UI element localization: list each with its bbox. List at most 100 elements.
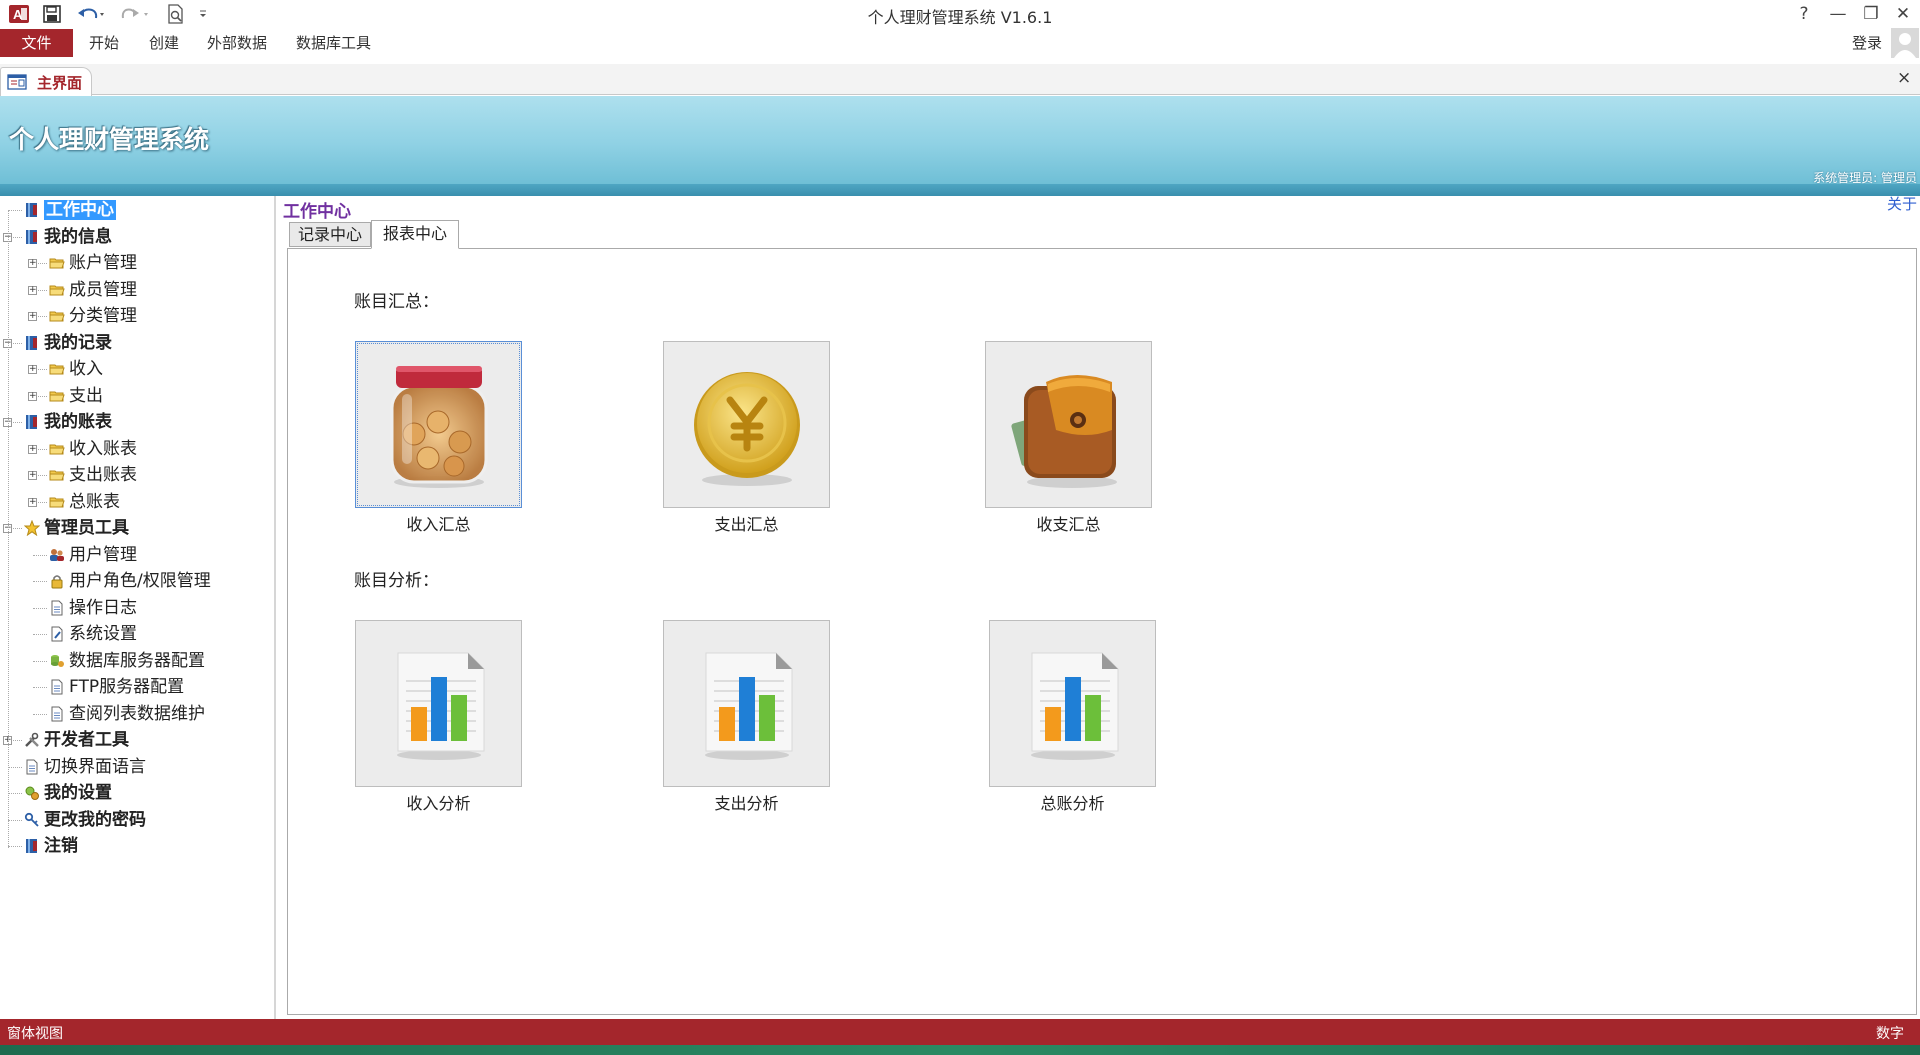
tree-node-7[interactable]: 支出: [69, 384, 103, 408]
tree-node-label: 我的账表: [44, 412, 112, 432]
income-summary-label: 收入汇总: [406, 515, 471, 534]
tree-node-5[interactable]: 我的记录: [44, 331, 112, 355]
tree-node-17[interactable]: 数据库服务器配置: [69, 649, 205, 673]
tree-node-1[interactable]: 我的信息: [44, 225, 112, 249]
tree-node-0[interactable]: 工作中心: [44, 198, 116, 222]
tree-node-15[interactable]: 操作日志: [69, 596, 137, 620]
tree-node-label: FTP服务器配置: [69, 677, 185, 697]
tree-node-8[interactable]: 我的账表: [44, 410, 112, 434]
book-icon: [24, 229, 40, 245]
tree-node-20[interactable]: 开发者工具: [44, 728, 129, 752]
tree-node-11[interactable]: 总账表: [69, 490, 120, 514]
tree-node-3[interactable]: 成员管理: [69, 278, 137, 302]
tree-node-label: 我的信息: [44, 226, 112, 247]
expand-toggle-icon[interactable]: +: [28, 497, 37, 507]
tab-report-center[interactable]: 报表中心: [371, 220, 459, 249]
tree-connector: [33, 660, 47, 662]
tree-connector: [8, 846, 22, 847]
document-icon: [24, 759, 40, 775]
yen-coin-icon: [694, 372, 800, 486]
tree-node-label: 总账表: [69, 491, 120, 512]
folder-icon: [49, 282, 65, 298]
folder-icon: [49, 441, 65, 457]
navigation-tree: 工作中心 我的信息 − 账户管理 + 成员管理 + 分类管理 + 我的记录 − 收入 + 支出 + 我的账表 −…: [0, 196, 276, 1019]
tree-node-23[interactable]: 更改我的密码: [44, 808, 146, 832]
folder-icon: [49, 494, 65, 510]
tree-node-9[interactable]: 收入账表: [69, 437, 137, 461]
bar-chart-document-icon: [397, 652, 485, 760]
minimize-button[interactable]: —: [1823, 1, 1853, 27]
tree-node-18[interactable]: FTP服务器配置: [69, 675, 184, 699]
tree-connector: [8, 210, 22, 211]
folder-icon: [49, 308, 65, 324]
tree-node-label: 数据库服务器配置: [69, 650, 205, 671]
document-icon: [49, 600, 65, 616]
expand-toggle-icon[interactable]: +: [28, 391, 37, 401]
expense-summary-button[interactable]: [663, 341, 830, 508]
close-doc-button[interactable]: ×: [1897, 68, 1911, 88]
tree-node-10[interactable]: 支出账表: [69, 463, 137, 487]
file-tab[interactable]: 文件: [0, 29, 73, 57]
book-icon: [24, 202, 40, 218]
tree-node-21[interactable]: 切换界面语言: [44, 755, 146, 779]
expand-toggle-icon[interactable]: +: [28, 471, 37, 480]
tree-node-4[interactable]: 分类管理: [69, 304, 137, 328]
ledger-analysis-label: 总账分析: [1040, 794, 1105, 813]
help-button[interactable]: ?: [1789, 1, 1819, 27]
tree-node-label: 分类管理: [69, 306, 137, 326]
close-window-button[interactable]: ✕: [1888, 1, 1918, 27]
tree-node-12[interactable]: 管理员工具: [44, 516, 129, 540]
star-icon: [23, 519, 41, 537]
income-expense-summary-button[interactable]: [985, 341, 1152, 508]
expense-analysis-button[interactable]: [663, 620, 830, 787]
book-icon: [24, 414, 40, 430]
tab-external-data[interactable]: 外部数据: [207, 28, 267, 58]
restore-button[interactable]: ❐: [1856, 1, 1886, 27]
status-bar: 窗体视图 数字: [0, 1019, 1920, 1045]
tree-node-24[interactable]: 注销: [44, 834, 78, 858]
tab-create[interactable]: 创建: [149, 28, 179, 58]
tree-node-14[interactable]: 用户角色/权限管理: [69, 569, 211, 593]
app-title: 个人理财管理系统: [9, 125, 210, 154]
tab-database-tools[interactable]: 数据库工具: [296, 28, 371, 58]
tree-node-label: 收入账表: [69, 438, 137, 459]
doc-tab-label: 主界面: [37, 74, 83, 92]
tree-connector: [33, 554, 47, 556]
tree-trunk-line: [8, 210, 9, 848]
ledger-analysis-button[interactable]: [989, 620, 1156, 787]
expand-toggle-icon[interactable]: +: [28, 444, 37, 454]
tree-node-19[interactable]: 查阅列表数据维护: [69, 702, 205, 726]
tree-node-label: 收入: [69, 359, 103, 379]
tree-node-6[interactable]: 收入: [69, 357, 103, 381]
tree-node-label: 更改我的密码: [44, 809, 146, 830]
folder-icon: [49, 388, 65, 404]
login-link[interactable]: 登录: [1852, 28, 1882, 58]
expand-toggle-icon[interactable]: +: [28, 365, 37, 374]
tree-node-label: 支出账表: [69, 465, 137, 485]
doc-tab-main[interactable]: 主界面: [0, 67, 92, 96]
tree-node-16[interactable]: 系统设置: [69, 622, 137, 646]
expand-toggle-icon[interactable]: +: [28, 312, 37, 321]
tree-node-13[interactable]: 用户管理: [69, 543, 137, 567]
tree-node-22[interactable]: 我的设置: [44, 781, 112, 805]
tab-record-center[interactable]: 记录中心: [289, 222, 371, 247]
folder-icon: [49, 255, 65, 271]
expand-toggle-icon[interactable]: +: [28, 285, 37, 295]
income-summary-button[interactable]: [355, 341, 522, 508]
tree-node-label: 查阅列表数据维护: [69, 703, 205, 724]
expense-analysis-label: 支出分析: [714, 794, 779, 813]
income-expense-summary-label: 收支汇总: [1036, 515, 1101, 534]
tree-node-2[interactable]: 账户管理: [69, 251, 137, 275]
user-avatar-icon[interactable]: [1891, 28, 1919, 58]
income-analysis-button[interactable]: [355, 620, 522, 787]
report-center-panel: 账目汇总： 账目分析： 收入汇总 支出汇总 收支汇总 收入分析 支出分析 总账分…: [287, 248, 1917, 1015]
tree-node-label: 用户角色/权限管理: [69, 571, 211, 591]
wallet-icon: [1011, 375, 1117, 488]
about-link[interactable]: 关于: [1887, 193, 1917, 214]
tree-node-label: 注销: [44, 836, 78, 856]
tree-connector: [8, 819, 22, 821]
expand-toggle-icon[interactable]: +: [28, 259, 37, 268]
tab-home[interactable]: 开始: [89, 28, 119, 58]
tree-node-label: 系统设置: [69, 624, 137, 644]
window-title: 个人理财管理系统 V1.6.1: [867, 8, 1053, 27]
